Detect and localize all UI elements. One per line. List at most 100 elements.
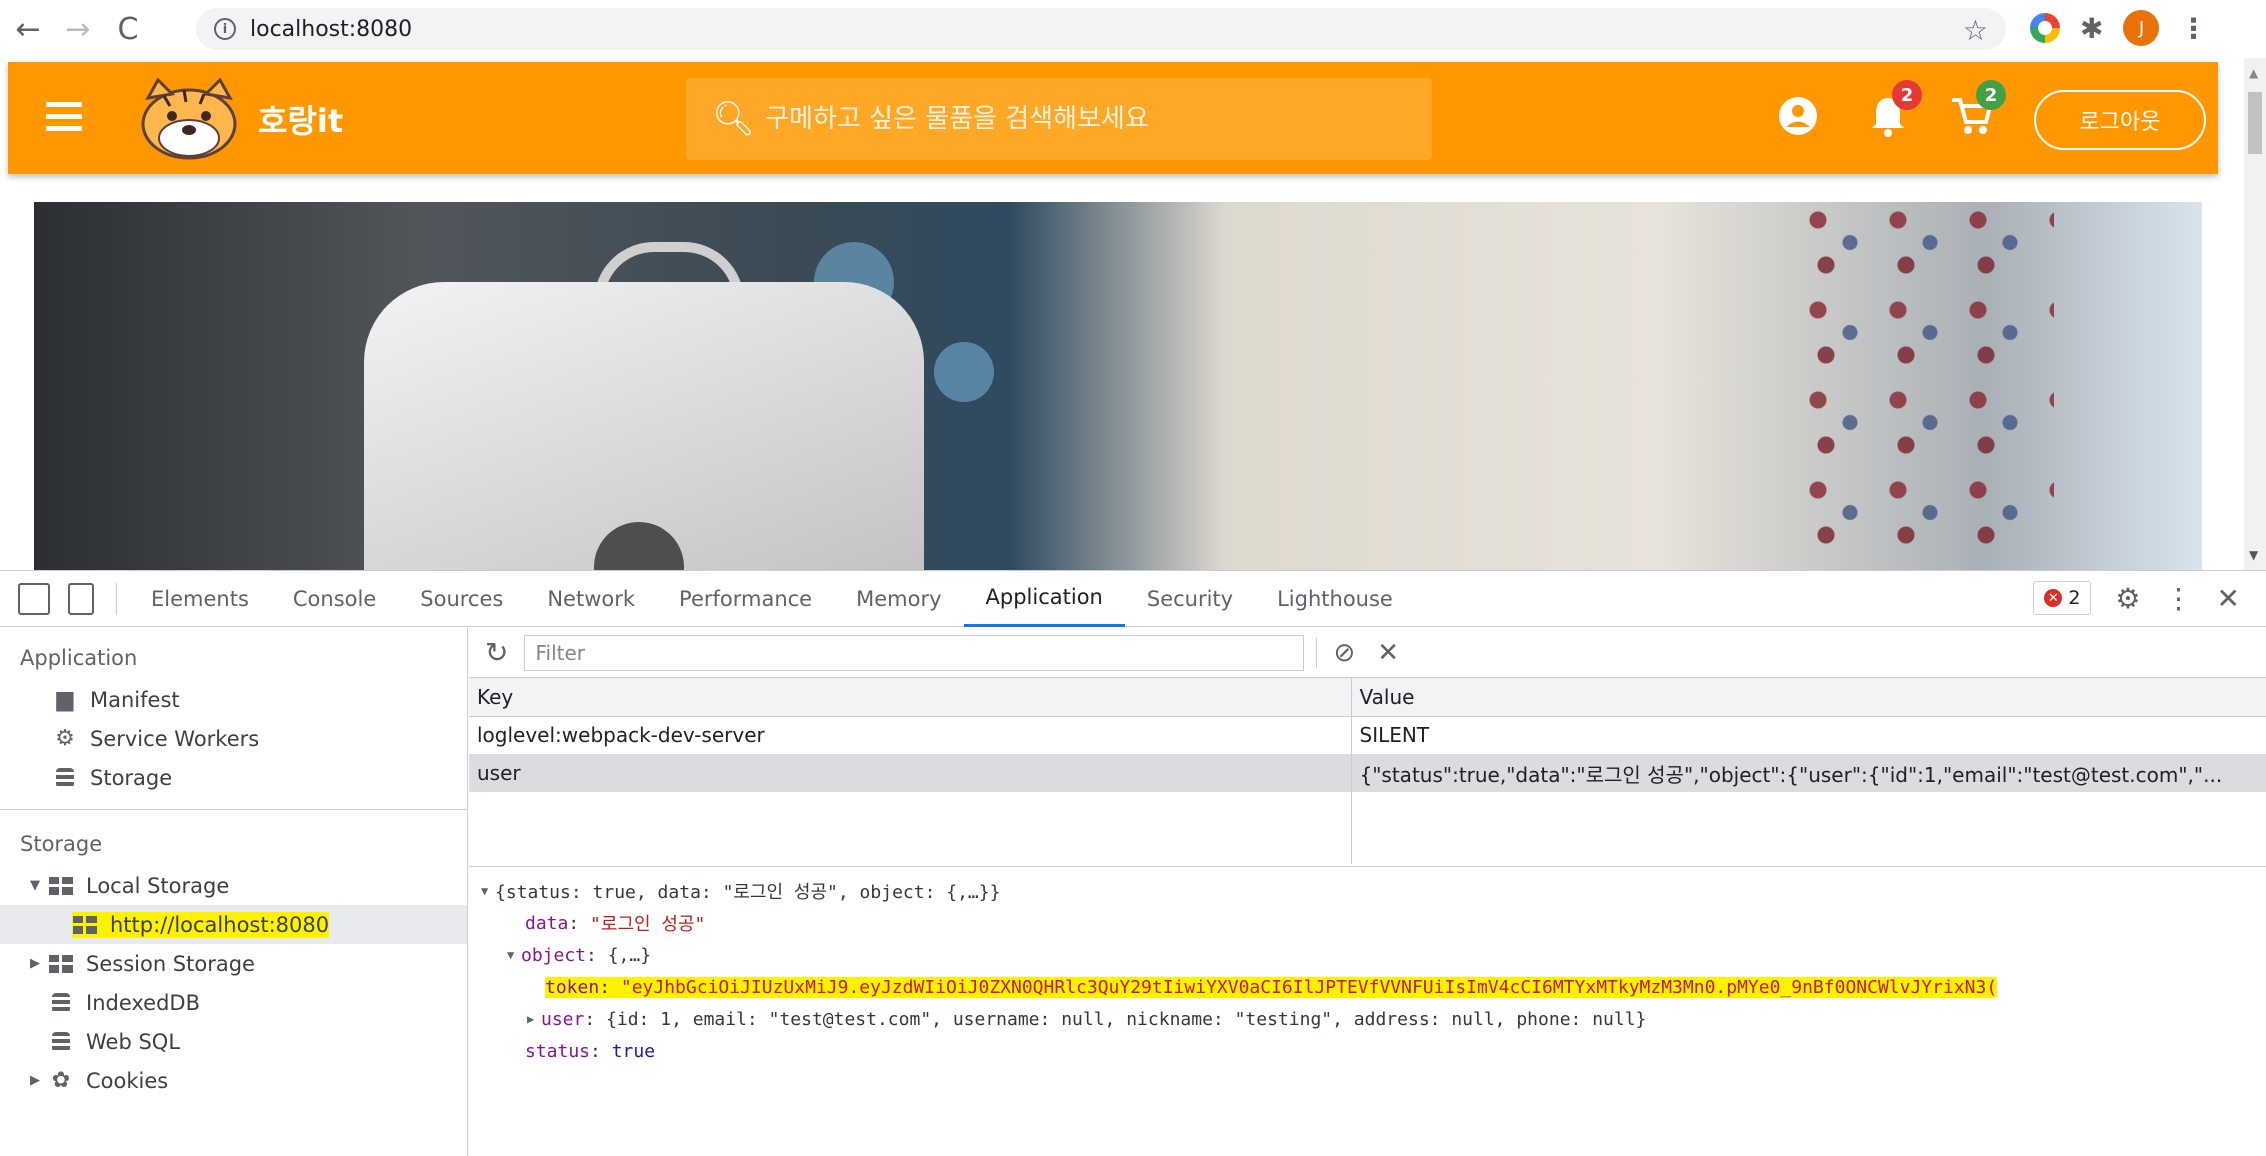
preview-key: status <box>525 1040 591 1062</box>
storage-main-pane: ↻ ⊘ ✕ Key Value loglevel:webpack-dev-ser… <box>469 628 2266 1156</box>
devtools-panel: Elements Console Sources Network Perform… <box>0 570 2266 1156</box>
tab-performance[interactable]: Performance <box>657 571 834 627</box>
forward-arrow-icon[interactable]: → <box>56 7 100 51</box>
preview-data-line: data: "로그인 성공" <box>469 907 2266 939</box>
preview-status-line: status: true <box>525 1040 656 1062</box>
page-scrollbar[interactable]: ▲ ▼ <box>2244 58 2266 570</box>
grid-icon <box>72 912 98 938</box>
tab-application[interactable]: Application <box>963 571 1125 627</box>
tab-lighthouse[interactable]: Lighthouse <box>1255 571 1415 627</box>
account-circle-icon[interactable] <box>1776 94 1820 138</box>
row-key[interactable]: loglevel:webpack-dev-server <box>469 716 1352 754</box>
search-box[interactable]: 🔍︎ <box>686 78 1432 160</box>
column-header-key[interactable]: Key <box>469 678 1352 717</box>
tiger-logo-icon[interactable] <box>134 76 244 162</box>
preview-summary-line[interactable]: ▼ {status: true, data: "로그인 성공", object:… <box>469 875 2266 907</box>
delete-selected-icon[interactable]: ✕ <box>1377 638 1399 668</box>
tab-sources[interactable]: Sources <box>398 571 525 627</box>
search-input[interactable] <box>765 104 1366 134</box>
sidebar-item-cookies[interactable]: ▶ ✿ Cookies <box>0 1061 467 1100</box>
star-icon[interactable]: ☆ <box>1963 14 1988 47</box>
column-header-value[interactable]: Value <box>1351 678 2266 717</box>
sidebar-item-label: Session Storage <box>86 951 255 976</box>
info-icon[interactable]: i <box>214 18 236 40</box>
notification-badge: 2 <box>1892 80 1922 110</box>
device-toolbar-icon[interactable] <box>68 582 94 615</box>
preview-token-line: token: "eyJhbGciOiJIUzUxMiJ9.eyJzdWIiOiJ… <box>545 976 1998 998</box>
table-row-selected[interactable]: user {"status":true,"data":"로그인 성공","obj… <box>469 754 2266 792</box>
tab-network[interactable]: Network <box>525 571 657 627</box>
row-value[interactable]: SILENT <box>1351 716 2266 754</box>
filter-input[interactable] <box>524 634 1305 671</box>
preview-user-line[interactable]: ▶ user: {id: 1, email: "test@test.com", … <box>469 1003 2266 1035</box>
application-sidebar: Application ▆ Manifest ⚙ Service Workers… <box>0 628 468 1156</box>
sidebar-item-local-storage[interactable]: ▼ Local Storage <box>0 866 467 905</box>
menu-dots-icon[interactable]: ⋮ <box>2179 12 2207 45</box>
sidebar-item-service-workers[interactable]: ⚙ Service Workers <box>0 719 467 758</box>
sidebar-item-label: Storage <box>90 765 173 790</box>
preview-key: object <box>521 944 587 966</box>
sidebar-item-storage[interactable]: Storage <box>0 758 467 797</box>
cookie-icon: ✿ <box>51 1068 71 1093</box>
grid-icon <box>48 951 74 977</box>
inspect-element-icon[interactable] <box>18 582 50 615</box>
table-row[interactable]: loglevel:webpack-dev-server SILENT <box>469 716 2266 754</box>
back-arrow-icon[interactable]: ← <box>6 7 50 51</box>
tab-security[interactable]: Security <box>1125 571 1255 627</box>
hero-banner-image <box>34 202 2202 570</box>
settings-gear-icon[interactable]: ⚙ <box>2115 582 2140 615</box>
sidebar-item-local-origin[interactable]: http://localhost:8080 <box>0 905 467 944</box>
scroll-up-arrow-icon[interactable]: ▲ <box>2249 66 2258 80</box>
table-empty-row <box>469 792 2266 864</box>
browser-toolbar: ← → C i localhost:8080 ☆ ✱ J ⋮ <box>0 0 2266 58</box>
collapse-triangle-icon[interactable]: ▶ <box>30 1073 48 1088</box>
cart-badge: 2 <box>1976 80 2006 110</box>
error-count-badge[interactable]: ✕ 2 <box>2033 581 2092 615</box>
expand-triangle-icon[interactable]: ▼ <box>30 878 48 893</box>
refresh-icon[interactable]: ↻ <box>485 636 508 669</box>
sidebar-item-label: http://localhost:8080 <box>110 912 330 937</box>
expand-triangle-icon[interactable]: ▼ <box>481 884 495 898</box>
brand-name[interactable]: 호랑it <box>258 96 343 142</box>
puzzle-icon[interactable]: ✱ <box>2080 12 2103 45</box>
filter-divider <box>1316 637 1318 668</box>
collapse-triangle-icon[interactable]: ▶ <box>30 956 48 971</box>
sidebar-heading-storage: Storage <box>20 832 103 856</box>
expand-triangle-icon[interactable]: ▼ <box>507 948 521 962</box>
profile-avatar[interactable]: J <box>2123 10 2160 46</box>
toolbar-divider <box>116 582 117 615</box>
scroll-down-arrow-icon[interactable]: ▼ <box>2249 548 2258 562</box>
address-bar[interactable]: i localhost:8080 ☆ <box>196 8 2006 50</box>
collapse-triangle-icon[interactable]: ▶ <box>527 1012 541 1026</box>
preview-token-value: "eyJhbGciOiJIUzUxMiJ9.eyJzdWIiOiJ0ZXN0QH… <box>620 976 1998 998</box>
row-key[interactable]: user <box>469 754 1352 792</box>
search-icon[interactable]: 🔍︎ <box>712 99 755 139</box>
preview-key: token <box>545 976 600 998</box>
tab-elements[interactable]: Elements <box>129 571 271 627</box>
scroll-thumb[interactable] <box>2248 92 2262 154</box>
sidebar-item-label: IndexedDB <box>86 990 200 1015</box>
extension-ring-icon[interactable] <box>2030 13 2060 43</box>
tab-console[interactable]: Console <box>271 571 398 627</box>
sidebar-item-manifest[interactable]: ▆ Manifest <box>0 680 467 719</box>
storage-table: Key Value loglevel:webpack-dev-server SI… <box>469 678 2266 864</box>
sidebar-item-websql[interactable]: Web SQL <box>0 1022 467 1061</box>
error-icon: ✕ <box>2044 589 2063 607</box>
hamburger-menu-icon[interactable] <box>46 102 82 138</box>
preview-value: {id: 1, email: "test@test.com", username… <box>606 1008 1647 1030</box>
tab-memory[interactable]: Memory <box>834 571 963 627</box>
sidebar-item-session-storage[interactable]: ▶ Session Storage <box>0 944 467 983</box>
error-count: 2 <box>2068 587 2081 609</box>
cart[interactable]: 2 <box>1950 80 2006 138</box>
clear-all-icon[interactable]: ⊘ <box>1333 638 1355 668</box>
row-value[interactable]: {"status":true,"data":"로그인 성공","object":… <box>1351 754 2266 792</box>
close-devtools-icon[interactable]: ✕ <box>2217 582 2240 615</box>
notifications[interactable]: 2 <box>1866 80 1922 138</box>
sidebar-item-label: Local Storage <box>86 873 230 898</box>
logout-button[interactable]: 로그아웃 <box>2034 90 2206 150</box>
more-options-icon[interactable]: ⋮ <box>2165 582 2193 615</box>
preview-object-line[interactable]: ▼ object: {,…} <box>469 939 2266 971</box>
reload-icon[interactable]: C <box>106 7 150 51</box>
sidebar-item-indexeddb[interactable]: IndexedDB <box>0 983 467 1022</box>
database-icon <box>48 1029 74 1055</box>
